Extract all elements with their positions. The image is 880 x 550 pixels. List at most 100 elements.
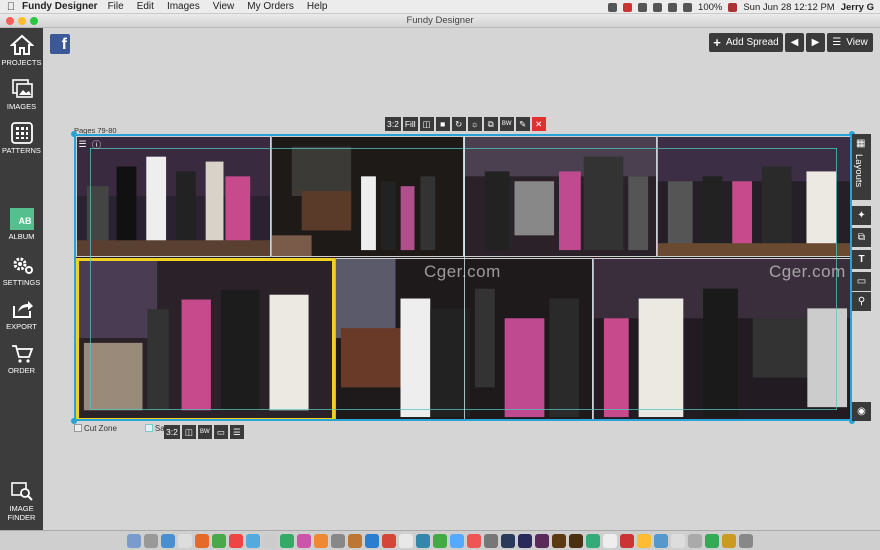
finder-icon[interactable] [127, 533, 141, 548]
app-icon[interactable] [178, 533, 192, 548]
text-tool-icon[interactable]: T [852, 250, 871, 269]
word-icon[interactable] [365, 533, 379, 548]
frame-icon[interactable]: ▭ [213, 425, 228, 439]
app-icon[interactable] [331, 533, 345, 548]
photo-slot-selected[interactable] [76, 258, 335, 419]
fill-button[interactable]: Fill [402, 117, 418, 131]
options-icon[interactable]: ☰ [77, 139, 88, 150]
list-icon[interactable]: ☰ [229, 425, 244, 439]
app-icon[interactable] [433, 533, 447, 548]
app-icon[interactable] [229, 533, 243, 548]
photo-slot[interactable] [464, 136, 657, 257]
status-icon[interactable] [608, 2, 618, 12]
bluetooth-icon[interactable] [668, 2, 678, 12]
pin-icon[interactable]: ✦ [852, 206, 871, 225]
clock[interactable]: Sun Jun 28 12:12 PM [743, 2, 834, 13]
app-menu[interactable]: Fundy Designer [22, 1, 98, 12]
black-white-icon[interactable]: BW [499, 117, 514, 131]
firefox-icon[interactable] [195, 533, 209, 548]
view-button[interactable]: ☰ View [827, 33, 873, 52]
app-icon[interactable] [654, 533, 668, 548]
app-icon[interactable] [263, 533, 277, 548]
app-icon[interactable] [161, 533, 175, 548]
swap-icon[interactable]: ◫ [419, 117, 434, 131]
menu-view[interactable]: View [213, 1, 235, 12]
close-window-button[interactable] [6, 17, 14, 25]
lightroom-icon[interactable] [501, 533, 515, 548]
status-icon[interactable] [623, 2, 633, 12]
edit-pencil-icon[interactable]: ✎ [515, 117, 530, 131]
facebook-icon[interactable]: f [50, 34, 70, 54]
menu-images[interactable]: Images [167, 1, 200, 12]
apple-menu-icon[interactable]:  [0, 1, 22, 13]
add-spread-button[interactable]: + Add Spread [709, 33, 783, 52]
menu-edit[interactable]: Edit [137, 1, 154, 12]
next-spread-button[interactable]: ▶ [806, 33, 825, 52]
sidebar-item-album[interactable]: AB ALBUM [0, 208, 43, 241]
delete-photo-button[interactable]: ✕ [531, 117, 546, 131]
zoom-window-button[interactable] [30, 17, 38, 25]
app-icon[interactable] [399, 533, 413, 548]
status-icon[interactable] [638, 2, 648, 12]
app-icon[interactable] [144, 533, 158, 548]
sidebar-item-images[interactable]: IMAGES [0, 78, 43, 111]
swap-icon[interactable]: ◫ [181, 425, 196, 439]
sidebar-item-order[interactable]: ORDER [0, 342, 43, 375]
chrome-icon[interactable] [212, 533, 226, 548]
menu-help[interactable]: Help [307, 1, 328, 12]
app-icon[interactable] [348, 533, 362, 548]
sidebar-item-settings[interactable]: SETTINGS [0, 254, 43, 287]
app-icon[interactable] [586, 533, 600, 548]
previous-spread-button[interactable]: ◀ [785, 33, 804, 52]
layouts-tab[interactable]: ▦ Layouts [852, 134, 871, 200]
minimize-window-button[interactable] [18, 17, 26, 25]
photo-slot[interactable] [271, 136, 464, 257]
duplicate-layout-icon[interactable]: ⧉ [852, 228, 871, 247]
frame-tool-icon[interactable]: ▭ [852, 272, 871, 291]
adjust-icon[interactable]: ☼ [467, 117, 482, 131]
trash-icon[interactable] [739, 533, 753, 548]
aspect-ratio-button[interactable]: 3:2 [164, 425, 180, 439]
frame-icon[interactable]: ■ [435, 117, 450, 131]
duplicate-icon[interactable]: ⧉ [483, 117, 498, 131]
app-icon[interactable] [705, 533, 719, 548]
app-icon[interactable] [620, 533, 634, 548]
sidebar-item-export[interactable]: EXPORT [0, 298, 43, 331]
app-icon[interactable] [416, 533, 430, 548]
app-icon[interactable] [637, 533, 651, 548]
photo-slot[interactable] [593, 258, 850, 419]
rotate-icon[interactable]: ↻ [451, 117, 466, 131]
photoshop-icon[interactable] [518, 533, 532, 548]
app-icon[interactable] [297, 533, 311, 548]
menu-file[interactable]: File [108, 1, 124, 12]
sidebar-item-projects[interactable]: PROJECTS [0, 34, 43, 67]
app-icon[interactable] [314, 533, 328, 548]
cut-zone-toggle[interactable]: Cut Zone [74, 424, 117, 433]
zoom-icon[interactable]: ⚲ [852, 292, 871, 311]
app-icon[interactable] [450, 533, 464, 548]
bridge-icon[interactable] [569, 533, 583, 548]
app-icon[interactable] [467, 533, 481, 548]
sidebar-item-image-finder[interactable]: IMAGE FINDER [0, 480, 43, 522]
resize-handle[interactable] [71, 131, 77, 137]
app-icon[interactable] [603, 533, 617, 548]
status-icon[interactable] [653, 2, 663, 12]
sidebar-item-patterns[interactable]: PATTERNS [0, 122, 43, 155]
app-icon[interactable] [688, 533, 702, 548]
app-icon[interactable] [535, 533, 549, 548]
app-icon[interactable] [671, 533, 685, 548]
eye-icon[interactable]: ◉ [852, 402, 871, 421]
flag-icon[interactable] [728, 2, 738, 12]
safe-zone-checkbox[interactable] [144, 424, 153, 432]
menu-my-orders[interactable]: My Orders [247, 1, 294, 12]
cut-zone-checkbox[interactable] [74, 424, 82, 432]
app-icon[interactable] [484, 533, 498, 548]
wifi-icon[interactable] [683, 2, 693, 12]
app-icon[interactable] [722, 533, 736, 548]
app-icon[interactable] [382, 533, 396, 548]
photo-slot[interactable] [657, 136, 850, 257]
user-menu[interactable]: Jerry G [841, 2, 874, 13]
black-white-icon[interactable]: BW [197, 425, 212, 439]
app-icon[interactable] [246, 533, 260, 548]
aspect-ratio-button[interactable]: 3:2 [385, 117, 401, 131]
